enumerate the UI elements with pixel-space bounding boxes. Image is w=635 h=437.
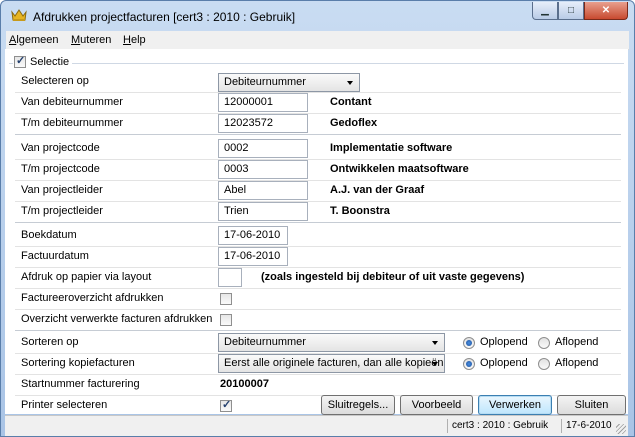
selectie-checkbox[interactable] [14,54,26,68]
sorteren-aflopend-radio[interactable] [538,337,550,349]
row-van-projectcode: Van projectcode 0002 Implementatie softw… [15,138,621,160]
resize-grip-icon[interactable] [616,424,626,434]
boekdatum-label: Boekdatum [21,229,77,241]
tm-debiteur-name: Gedoflex [330,117,378,129]
status-date: 17-6-2010 [561,419,612,433]
sluitregels-button[interactable]: Sluitregels... [321,395,395,415]
row-factuurdatum: Factuurdatum 17-06-2010 [15,246,621,268]
selecteren-op-select[interactable]: Debiteurnummer [218,73,360,92]
selecteren-op-label: Selecteren op [21,75,89,87]
maximize-button[interactable]: □ [558,2,584,20]
row-sortering-kopie: Sortering kopiefacturen Eerst alle origi… [15,353,621,375]
row-sorteren-op: Sorteren op Debiteurnummer Oplopend Aflo… [15,332,621,354]
selecteren-op-value: Debiteurnummer [224,76,306,88]
menu-algemeen-rest: lgemeen [16,34,59,46]
row-tm-projectcode: T/m projectcode 0003 Ontwikkelen maatsof… [15,159,621,181]
tm-projectleider-input[interactable]: Trien [218,202,308,221]
status-bar: cert3 : 2010 : Gebruik 17-6-2010 [5,415,628,436]
row-boekdatum: Boekdatum 17-06-2010 [15,225,621,247]
van-projectcode-input[interactable]: 0002 [218,139,308,158]
selectie-group-border [9,63,624,64]
kopie-aflopend-radio[interactable] [538,358,550,370]
row-selecteren-op: Selecteren op Debiteurnummer [15,71,621,93]
overzicht-verwerkte-checkbox[interactable] [220,314,232,326]
sorteren-op-value: Debiteurnummer [224,336,306,348]
close-button[interactable]: ✕ [584,2,628,20]
menu-help[interactable]: Help [123,34,146,46]
tm-debiteurnummer-input[interactable]: 12023572 [218,114,308,133]
window-title: Afdrukken projectfacturen [cert3 : 2010 … [33,10,296,24]
kopie-oplopend-radio[interactable] [463,358,475,370]
sortering-kopie-value: Eerst alle originele facturen, dan alle … [224,357,444,369]
menu-help-rest: elp [130,34,146,46]
minimize-button[interactable]: ▁ [532,2,558,20]
van-projectcode-label: Van projectcode [21,142,100,154]
tm-projectleider-name: T. Boonstra [330,205,390,217]
verwerken-label: Verwerken [489,399,541,411]
factureeroverzicht-checkbox[interactable] [220,293,232,305]
van-projectleider-name: A.J. van der Graaf [330,184,425,196]
overzicht-verwerkte-label: Overzicht verwerkte facturen afdrukken [21,313,213,325]
sorteren-oplopend-label: Oplopend [480,336,528,348]
van-debiteurnummer-label: Van debiteurnummer [21,96,123,108]
van-debiteur-name: Contant [330,96,372,108]
afdruk-layout-note: (zoals ingesteld bij debiteur of uit vas… [261,271,525,283]
row-van-debiteurnummer: Van debiteurnummer 12000001 Contant [15,92,621,114]
sorteren-aflopend-label: Aflopend [555,336,599,348]
selectie-group: Selectie [13,54,73,68]
sorteren-op-select[interactable]: Debiteurnummer [218,333,445,352]
factuurdatum-input[interactable]: 17-06-2010 [218,247,288,266]
row-tm-debiteurnummer: T/m debiteurnummer 12023572 Gedoflex [15,113,621,135]
menu-algemeen[interactable]: Algemeen [9,34,59,46]
tm-projectcode-label: T/m projectcode [21,163,100,175]
tm-debiteurnummer-label: T/m debiteurnummer [21,117,124,129]
sorteren-op-label: Sorteren op [21,336,79,348]
menu-muteren[interactable]: Muteren [71,34,111,46]
factureeroverzicht-label: Factureeroverzicht afdrukken [21,292,164,304]
van-projectleider-label: Van projectleider [21,184,103,196]
tm-projectcode-name: Ontwikkelen maatsoftware [330,163,469,175]
voorbeeld-button[interactable]: Voorbeeld [400,395,473,415]
van-debiteurnummer-input[interactable]: 12000001 [218,93,308,112]
afdruk-layout-label: Afdruk op papier via layout [21,271,152,283]
van-projectcode-name: Implementatie software [330,142,453,154]
status-context: cert3 : 2010 : Gebruik [447,419,548,433]
sortering-kopie-label: Sortering kopiefacturen [21,357,135,369]
row-overzicht-verwerkte: Overzicht verwerkte facturen afdrukken [15,309,621,331]
sorteren-oplopend-radio[interactable] [463,337,475,349]
startnummer-label: Startnummer facturering [21,378,140,390]
tm-projectleider-label: T/m projectleider [21,205,103,217]
van-projectleider-input[interactable]: Abel [218,181,308,200]
menu-muteren-rest: uteren [80,34,112,46]
printer-label: Printer selecteren [21,399,108,411]
sluiten-label: Sluiten [574,399,609,411]
sortering-kopie-select[interactable]: Eerst alle originele facturen, dan alle … [218,354,445,373]
title-bar[interactable]: Afdrukken projectfacturen [cert3 : 2010 … [1,1,634,31]
sluitregels-label: Sluitregels... [327,399,389,411]
selectie-label: Selectie [30,56,70,68]
voorbeeld-label: Voorbeeld [411,399,462,411]
tm-projectcode-input[interactable]: 0003 [218,160,308,179]
afdruk-layout-input[interactable] [218,268,242,287]
boekdatum-input[interactable]: 17-06-2010 [218,226,288,245]
chevron-down-icon [347,81,353,85]
verwerken-button[interactable]: Verwerken [478,395,552,415]
chevron-down-icon [432,341,438,345]
row-factureeroverzicht: Factureeroverzicht afdrukken [15,288,621,310]
crown-icon [11,9,27,21]
row-startnummer: Startnummer facturering 20100007 [15,374,621,396]
factuurdatum-label: Factuurdatum [21,250,89,262]
form-area: Selectie Selecteren op Debiteurnummer Va… [5,49,628,415]
startnummer-value: 20100007 [220,378,269,390]
sluiten-button[interactable]: Sluiten [557,395,626,415]
menu-bar: Algemeen Muteren Help [6,31,629,50]
printer-checkbox[interactable] [220,398,232,412]
row-afdruk-layout: Afdruk op papier via layout (zoals inges… [15,267,621,289]
row-van-projectleider: Van projectleider Abel A.J. van der Graa… [15,180,621,202]
chevron-down-icon [432,362,438,366]
row-tm-projectleider: T/m projectleider Trien T. Boonstra [15,201,621,223]
kopie-aflopend-label: Aflopend [555,357,599,369]
kopie-oplopend-label: Oplopend [480,357,528,369]
